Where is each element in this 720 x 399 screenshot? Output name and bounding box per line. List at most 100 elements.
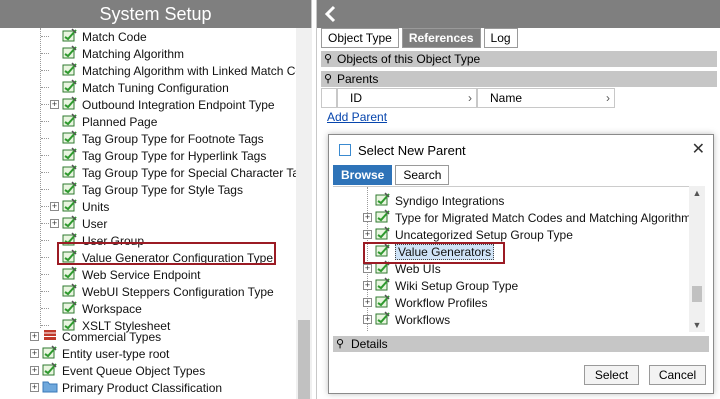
system-setup-panel: System Setup Match Code Matching Algorith… [0, 0, 312, 399]
root-tree-item[interactable]: + Primary Product Classification [30, 379, 222, 396]
tree-item-label: Wiki Setup Group Type [395, 278, 519, 293]
root-tree-item[interactable]: + Commercial Types [30, 328, 161, 345]
parent-tree-item[interactable]: + Type for Migrated Match Codes and Match… [363, 209, 697, 226]
objects-section-header[interactable]: ⚲ Objects of this Object Type [321, 51, 717, 67]
expand-icon[interactable]: + [363, 315, 372, 324]
expand-icon[interactable]: + [363, 213, 372, 222]
panel-title: System Setup [0, 0, 311, 28]
tree-item[interactable]: Tag Group Type for Special Character Tag… [50, 164, 296, 181]
tree-item[interactable]: + Units [50, 198, 109, 215]
tree-item[interactable]: Tag Group Type for Style Tags [50, 181, 243, 198]
tree-item[interactable]: WebUI Steppers Configuration Type [50, 283, 274, 300]
right-header [317, 0, 720, 28]
object-type-icon [62, 96, 78, 113]
tab-log[interactable]: Log [483, 28, 518, 48]
tree-item[interactable]: Web Service Endpoint [50, 266, 201, 283]
parent-tree-item[interactable]: + Workflows [363, 311, 450, 328]
tree-item[interactable]: + Outbound Integration Endpoint Type [50, 96, 275, 113]
highlight-box [57, 242, 276, 265]
tree-item[interactable]: Match Code [50, 28, 147, 45]
parents-section-header[interactable]: ⚲ Parents [321, 71, 717, 87]
expand-icon[interactable]: + [50, 219, 59, 228]
tree-item[interactable]: + User [50, 215, 107, 232]
object-type-icon [62, 266, 78, 283]
tree-item-label: Event Queue Object Types [62, 363, 206, 378]
tree-guide [41, 70, 49, 71]
scroll-down-icon[interactable]: ▼ [689, 318, 705, 332]
setup-group-icon [375, 277, 391, 294]
tree-item-label: Tag Group Type for Special Character Tag… [82, 165, 296, 180]
details-section-header[interactable]: ⚲ Details [333, 336, 709, 352]
green-edit-icon [42, 345, 58, 362]
parent-tree-item[interactable]: + Uncategorized Setup Group Type [363, 226, 573, 243]
tree-item-label: Workflow Profiles [395, 295, 488, 310]
root-tree-item[interactable]: + Entity user-type root [30, 345, 169, 362]
expand-icon[interactable]: + [363, 230, 372, 239]
tree-item[interactable]: Tag Group Type for Footnote Tags [50, 130, 264, 147]
tree-item-label: Workspace [82, 301, 142, 316]
cancel-button[interactable]: Cancel [649, 365, 706, 385]
object-type-icon [62, 300, 78, 317]
expand-icon[interactable]: + [363, 281, 372, 290]
tree-item-label: Entity user-type root [62, 346, 170, 361]
expand-icon[interactable]: + [30, 366, 39, 375]
setup-group-icon [375, 209, 391, 226]
left-scrollbar[interactable] [296, 28, 312, 399]
parent-tree-item[interactable]: Syndigo Integrations [363, 192, 504, 209]
object-type-icon [62, 62, 78, 79]
scrollbar-thumb[interactable] [692, 286, 702, 302]
parent-tree-item[interactable]: + Wiki Setup Group Type [363, 277, 518, 294]
tree-guide [41, 36, 49, 37]
parent-tree-item[interactable]: + Workflow Profiles [363, 294, 487, 311]
expand-icon[interactable]: + [50, 100, 59, 109]
tree-guide [40, 28, 41, 328]
column-header-id[interactable]: ID › [337, 88, 477, 108]
tree-guide [41, 172, 49, 173]
tree-item-label: Matching Algorithm with Linked Match Cod… [82, 63, 296, 78]
expand-icon[interactable]: + [363, 298, 372, 307]
expand-icon[interactable]: + [363, 264, 372, 273]
dialog-scrollbar[interactable]: ▲ ▼ [689, 186, 705, 332]
tree-item[interactable]: Matching Algorithm with Linked Match Cod… [50, 62, 296, 79]
tab-browse[interactable]: Browse [333, 165, 393, 185]
tree-item-label: Planned Page [82, 114, 158, 129]
tree-item[interactable]: Matching Algorithm [50, 45, 184, 62]
expand-icon[interactable]: + [30, 332, 39, 341]
object-type-icon [62, 45, 78, 62]
expand-icon[interactable]: + [30, 349, 39, 358]
tree-item-label: Uncategorized Setup Group Type [395, 227, 573, 242]
object-type-icon [62, 130, 78, 147]
tree-guide [41, 325, 49, 326]
dialog-tabs: Browse Search [333, 165, 452, 185]
tree-guide [41, 138, 49, 139]
tab-object-type[interactable]: Object Type [321, 28, 399, 48]
tab-references[interactable]: References [401, 28, 481, 48]
select-button[interactable]: Select [584, 365, 639, 385]
object-type-icon [62, 283, 78, 300]
tree-item-label: Match Tuning Configuration [82, 80, 229, 95]
setup-group-icon [375, 294, 391, 311]
tree-guide [41, 308, 49, 309]
dialog-title-bar: Select New Parent [339, 141, 466, 159]
tree-item[interactable]: Planned Page [50, 113, 157, 130]
chevron-left-icon[interactable] [321, 4, 341, 24]
tree-item[interactable]: Workspace [50, 300, 142, 317]
add-parent-link[interactable]: Add Parent [327, 110, 387, 124]
expand-icon[interactable]: + [50, 202, 59, 211]
tree-item-label: Syndigo Integrations [395, 193, 505, 208]
object-type-icon [62, 28, 78, 45]
root-tree-item[interactable]: + Event Queue Object Types [30, 362, 205, 379]
tree-guide [41, 87, 49, 88]
close-icon[interactable]: ✕ [692, 139, 705, 159]
tab-search[interactable]: Search [395, 165, 450, 185]
column-header-name[interactable]: Name › [477, 88, 615, 108]
scrollbar-thumb[interactable] [298, 320, 310, 399]
tree-guide [41, 189, 49, 190]
pin-icon: ⚲ [324, 73, 333, 85]
tree-item-label: Commercial Types [62, 329, 162, 344]
tree-guide [41, 155, 49, 156]
expand-icon[interactable]: + [30, 383, 39, 392]
tree-item[interactable]: Tag Group Type for Hyperlink Tags [50, 147, 266, 164]
scroll-up-icon[interactable]: ▲ [689, 186, 705, 200]
tree-item[interactable]: Match Tuning Configuration [50, 79, 229, 96]
